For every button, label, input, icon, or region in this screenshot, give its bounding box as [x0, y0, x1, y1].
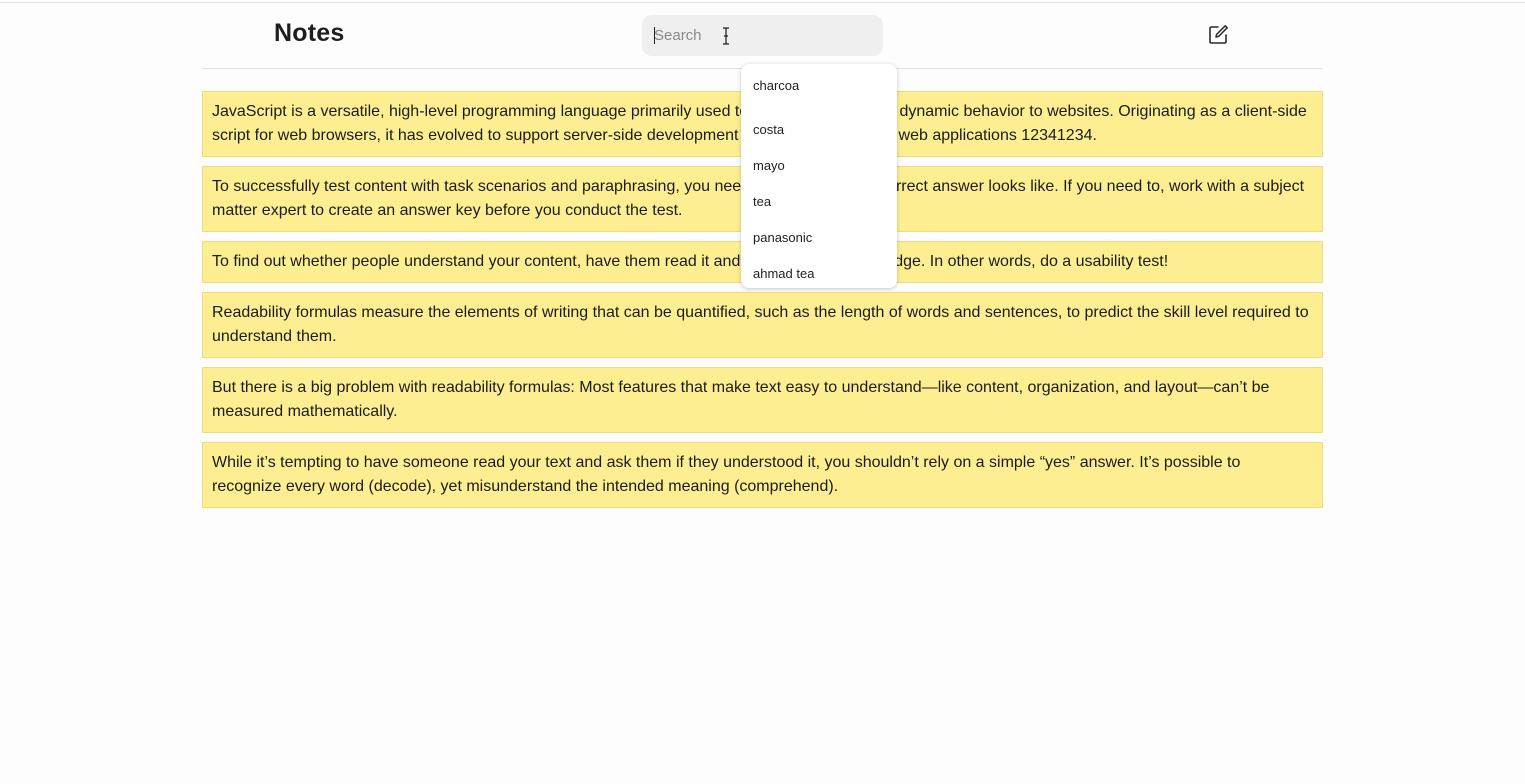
suggestion-item[interactable]: costa	[741, 108, 897, 144]
search-input[interactable]	[642, 15, 883, 56]
text-caret	[654, 27, 655, 44]
search-box[interactable]	[642, 15, 883, 56]
compose-note-button[interactable]	[1204, 21, 1232, 49]
note-card[interactable]: Readability formulas measure the element…	[202, 292, 1323, 358]
suggestion-item[interactable]: mayo	[741, 144, 897, 180]
note-card[interactable]: But there is a big problem with readabil…	[202, 367, 1323, 433]
compose-icon	[1209, 25, 1228, 44]
header: Notes	[202, 3, 1323, 69]
suggestion-item[interactable]: tea	[741, 180, 897, 216]
search-suggestions-dropdown: charcoa costa mayo tea panasonic ahmad t…	[741, 64, 897, 288]
app-title: Notes	[274, 19, 345, 47]
suggestion-item[interactable]: panasonic	[741, 216, 897, 252]
suggestion-item[interactable]: charcoa	[741, 64, 897, 108]
note-card[interactable]: While it’s tempting to have someone read…	[202, 442, 1323, 508]
ibeam-cursor-icon	[723, 27, 729, 45]
suggestion-item[interactable]: ahmad tea	[741, 252, 897, 288]
